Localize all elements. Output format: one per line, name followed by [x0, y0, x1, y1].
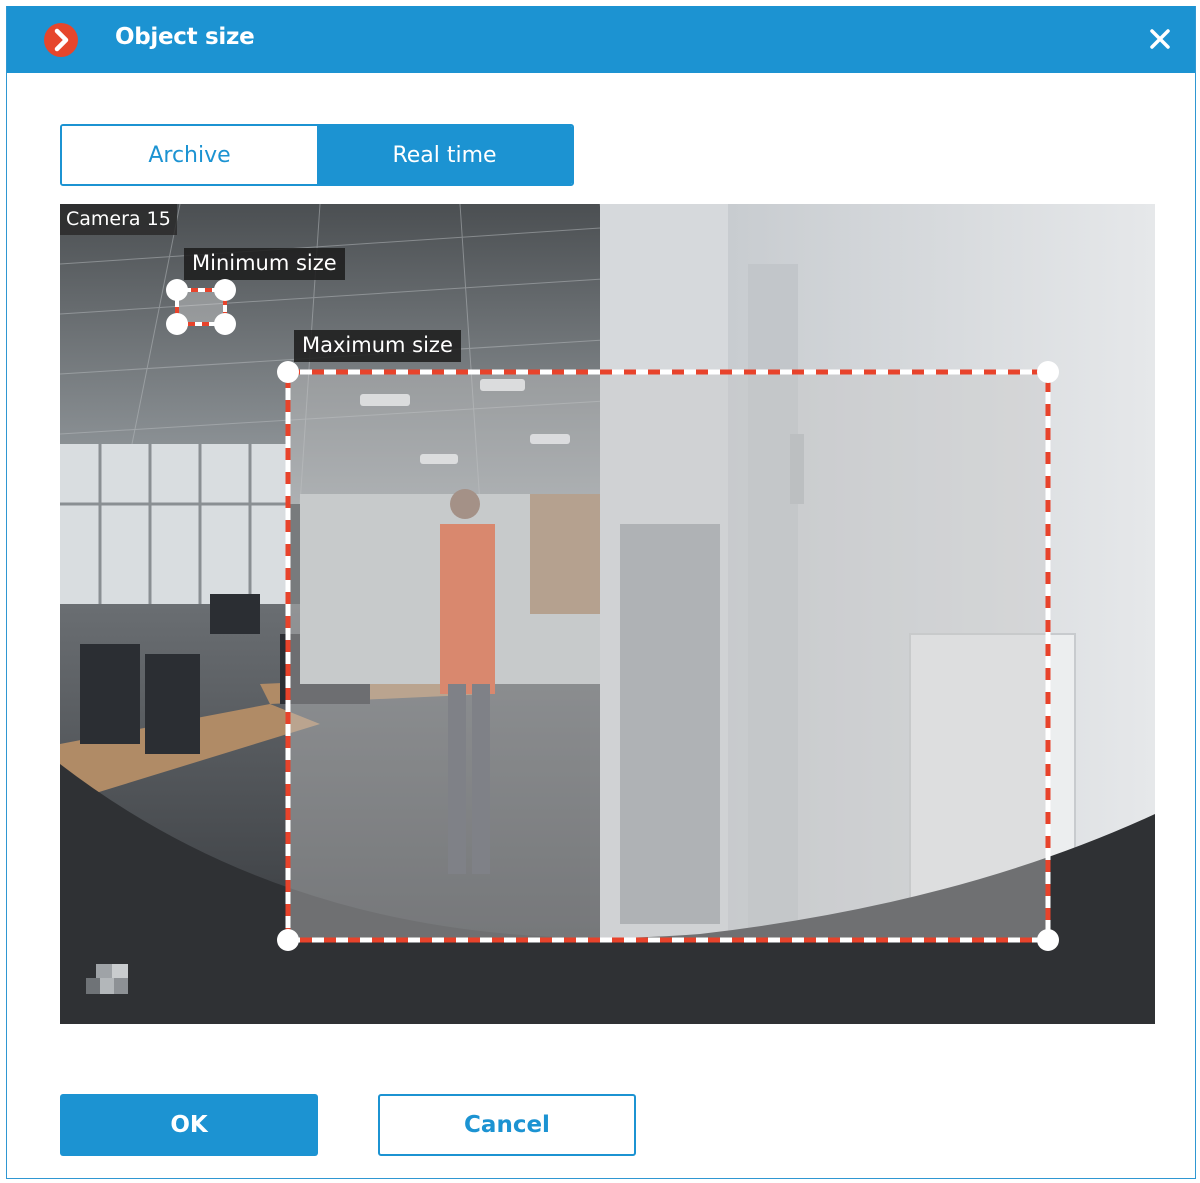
max-size-box[interactable] [285, 369, 1051, 943]
close-icon[interactable] [1147, 26, 1173, 52]
max-size-handle-bottom-right[interactable] [1037, 929, 1059, 951]
min-size-handle-top-right[interactable] [214, 279, 236, 301]
title-bar: Object size [7, 6, 1195, 73]
object-size-dialog: Object size Archive Real time Camera 15 … [6, 6, 1196, 1179]
min-size-handle-bottom-left[interactable] [166, 313, 188, 335]
max-size-handle-top-left[interactable] [277, 361, 299, 383]
min-size-handle-bottom-right[interactable] [214, 313, 236, 335]
mode-tabs: Archive Real time [60, 124, 574, 186]
tab-archive[interactable]: Archive [62, 126, 317, 184]
min-size-label: Minimum size [184, 248, 345, 280]
max-size-handle-top-right[interactable] [1037, 361, 1059, 383]
dialog-title: Object size [115, 24, 255, 50]
ok-button[interactable]: OK [60, 1094, 318, 1156]
chevron-right-logo-icon [44, 23, 78, 57]
pixelate-icon [86, 964, 128, 994]
max-size-handle-bottom-left[interactable] [277, 929, 299, 951]
min-size-handle-top-left[interactable] [166, 279, 188, 301]
max-size-label: Maximum size [294, 330, 461, 362]
camera-name-label: Camera 15 [60, 204, 177, 235]
tab-real-time[interactable]: Real time [317, 126, 572, 184]
cancel-button[interactable]: Cancel [378, 1094, 636, 1156]
camera-video-view[interactable]: Camera 15 Minimum size Maximum size [60, 204, 1155, 1024]
